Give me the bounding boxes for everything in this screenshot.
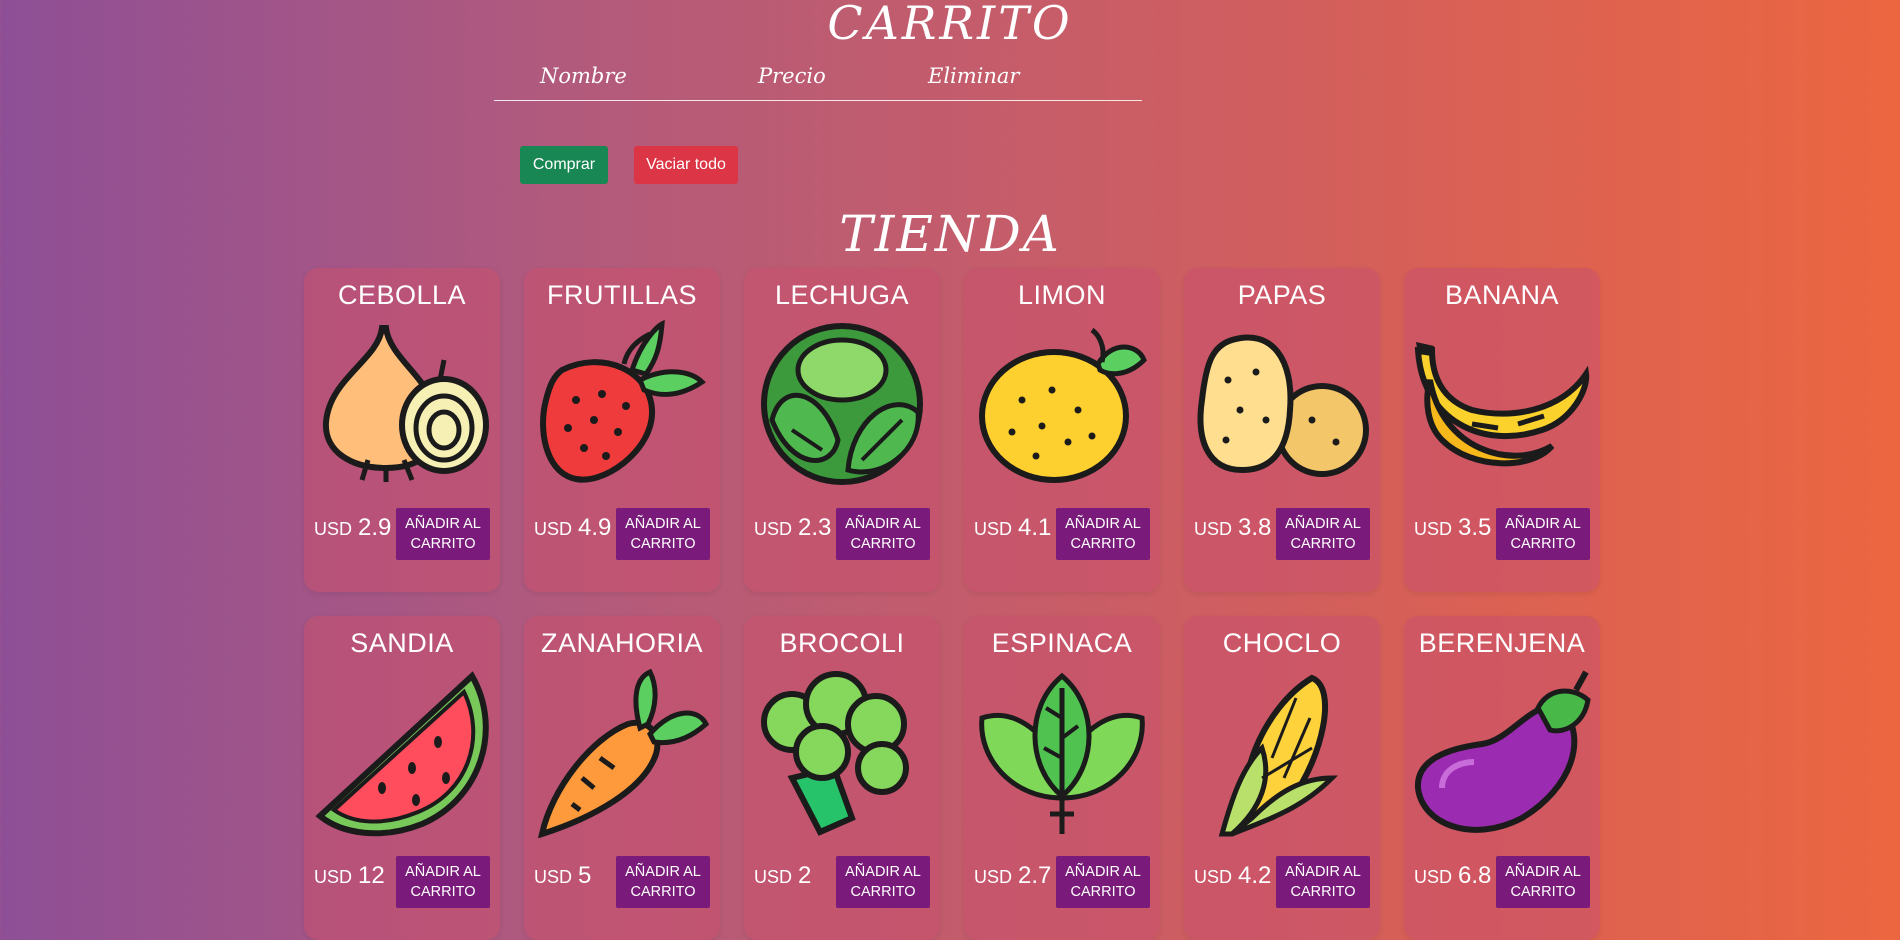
- strawberry-icon: [540, 320, 706, 483]
- broccoli-icon: [761, 671, 909, 836]
- product-price: 2.3: [798, 514, 832, 541]
- currency-label: USD: [1194, 867, 1233, 887]
- corn-icon: [1218, 674, 1339, 837]
- product-name: BROCOLI: [779, 628, 905, 658]
- currency-label: USD: [534, 867, 573, 887]
- add-to-cart-button[interactable]: AÑADIR AL CARRITO: [1496, 508, 1590, 560]
- product-price: 4.2: [1238, 862, 1272, 889]
- add-to-cart-button[interactable]: AÑADIR AL CARRITO: [1056, 856, 1150, 908]
- currency-label: USD: [974, 519, 1013, 539]
- product-card: LIMON USD 4.1 AÑADIR AL CARRITO: [964, 268, 1160, 592]
- add-to-cart-button[interactable]: AÑADIR AL CARRITO: [396, 856, 490, 908]
- product-name: PAPAS: [1237, 280, 1327, 310]
- product-card: ESPINACA USD 2.7 AÑADIR AL CARRITO: [964, 616, 1160, 940]
- product-name: CHOCLO: [1222, 628, 1342, 658]
- currency-label: USD: [974, 867, 1013, 887]
- product-card: BERENJENA USD 6.8 AÑADIR AL CARRITO: [1404, 616, 1600, 940]
- product-name: ZANAHORIA: [540, 628, 704, 658]
- product-card: ZANAHORIA USD 5 AÑADIR AL CARRITO: [524, 616, 720, 940]
- product-price: 6.8: [1458, 862, 1492, 889]
- product-name: BANANA: [1444, 280, 1560, 310]
- shop-title: TIENDA: [839, 205, 1061, 263]
- currency-label: USD: [314, 867, 353, 887]
- currency-label: USD: [1194, 519, 1233, 539]
- add-to-cart-button[interactable]: AÑADIR AL CARRITO: [1056, 508, 1150, 560]
- currency-label: USD: [1414, 867, 1453, 887]
- add-to-cart-button[interactable]: AÑADIR AL CARRITO: [396, 508, 490, 560]
- cart-table-header: Nombre Precio Eliminar: [494, 64, 1142, 101]
- product-price: 2: [798, 862, 812, 889]
- product-price: 3.5: [1458, 514, 1492, 541]
- spinach-icon: [979, 672, 1145, 834]
- buy-button[interactable]: Comprar: [520, 146, 608, 184]
- currency-label: USD: [314, 519, 353, 539]
- product-card: LECHUGA USD 2.3 AÑADIR AL CARRITO: [744, 268, 940, 592]
- product-card: SANDIA USD 12 AÑADIR AL CARRITO: [304, 616, 500, 940]
- add-to-cart-button[interactable]: AÑADIR AL CARRITO: [836, 856, 930, 908]
- add-to-cart-button[interactable]: AÑADIR AL CARRITO: [1496, 856, 1590, 908]
- carrot-icon: [538, 668, 710, 838]
- currency-label: USD: [754, 519, 793, 539]
- currency-label: USD: [534, 519, 573, 539]
- product-price: 4.1: [1018, 514, 1052, 541]
- product-name: LIMON: [1017, 280, 1106, 310]
- column-price-header: Precio: [758, 64, 826, 88]
- product-name: SANDIA: [350, 628, 454, 658]
- add-to-cart-button[interactable]: AÑADIR AL CARRITO: [616, 856, 710, 908]
- product-price: 4.9: [578, 514, 612, 541]
- eggplant-icon: [1414, 670, 1591, 833]
- add-to-cart-button[interactable]: AÑADIR AL CARRITO: [836, 508, 930, 560]
- column-remove-header: Eliminar: [928, 64, 1020, 88]
- product-card: CHOCLO USD 4.2 AÑADIR AL CARRITO: [1184, 616, 1380, 940]
- product-name: LECHUGA: [774, 280, 910, 310]
- product-price: 12: [358, 862, 385, 889]
- onion-icon: [322, 325, 489, 482]
- product-price: 2.9: [358, 514, 392, 541]
- product-name: FRUTILLAS: [546, 280, 698, 310]
- product-price: 5: [578, 862, 592, 889]
- watermelon-icon: [315, 671, 489, 837]
- product-name: ESPINACA: [991, 628, 1133, 658]
- cart-title: CARRITO: [827, 0, 1073, 50]
- column-name-header: Nombre: [540, 64, 627, 88]
- product-card: CEBOLLA USD 2.9 AÑADIR AL CARRITO: [304, 268, 500, 592]
- product-card: FRUTILLAS USD 4.9 AÑADIR AL CARRITO: [524, 268, 720, 592]
- product-price: 3.8: [1238, 514, 1272, 541]
- product-name: CEBOLLA: [337, 280, 467, 310]
- currency-label: USD: [754, 867, 793, 887]
- banana-icon: [1414, 342, 1590, 467]
- potato-icon: [1197, 334, 1369, 477]
- product-card: BROCOLI USD 2 AÑADIR AL CARRITO: [744, 616, 940, 940]
- lemon-icon: [979, 327, 1147, 483]
- product-price: 2.7: [1018, 862, 1052, 889]
- add-to-cart-button[interactable]: AÑADIR AL CARRITO: [1276, 856, 1370, 908]
- product-card: BANANA USD 3.5 AÑADIR AL CARRITO: [1404, 268, 1600, 592]
- add-to-cart-button[interactable]: AÑADIR AL CARRITO: [1276, 508, 1370, 560]
- product-name: BERENJENA: [1418, 628, 1586, 658]
- lettuce-icon: [761, 323, 923, 485]
- clear-cart-button[interactable]: Vaciar todo: [634, 146, 738, 184]
- add-to-cart-button[interactable]: AÑADIR AL CARRITO: [616, 508, 710, 560]
- currency-label: USD: [1414, 519, 1453, 539]
- product-card: PAPAS USD 3.8 AÑADIR AL CARRITO: [1184, 268, 1380, 592]
